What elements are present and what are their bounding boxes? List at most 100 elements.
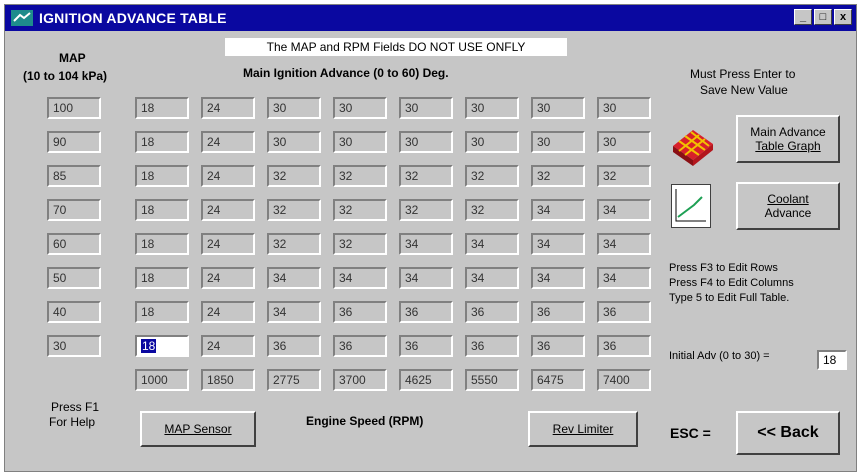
ignition-advance-window: IGNITION ADVANCE TABLE _ □ x The MAP and… <box>4 4 857 472</box>
maximize-button[interactable]: □ <box>814 9 832 25</box>
map-value-cell[interactable]: 40 <box>47 301 101 323</box>
advance-cell[interactable]: 24 <box>201 335 255 357</box>
advance-cell[interactable]: 32 <box>333 165 387 187</box>
advance-cell[interactable]: 18 <box>135 131 189 153</box>
map-sensor-button[interactable]: MAP Sensor <box>140 411 256 447</box>
advance-cell[interactable]: 30 <box>267 97 321 119</box>
advance-cell[interactable]: 30 <box>333 131 387 153</box>
advance-cell[interactable]: 30 <box>597 131 651 153</box>
advance-cell[interactable]: 34 <box>267 267 321 289</box>
advance-cell[interactable]: 18 <box>135 199 189 221</box>
advance-cell[interactable]: 34 <box>465 267 519 289</box>
advance-cell[interactable]: 18 <box>135 165 189 187</box>
advance-cell[interactable]: 34 <box>597 267 651 289</box>
advance-cell[interactable]: 18 <box>135 97 189 119</box>
map-value-cell[interactable]: 60 <box>47 233 101 255</box>
advance-cell[interactable]: 34 <box>399 233 453 255</box>
main-graph-label-line1: Main Advance <box>750 125 826 139</box>
advance-cell[interactable]: 36 <box>333 301 387 323</box>
advance-cell[interactable]: 24 <box>201 199 255 221</box>
main-advance-graph-button[interactable]: Main Advance Table Graph <box>736 115 840 163</box>
rpm-value-cell[interactable]: 6475 <box>531 369 585 391</box>
3d-surface-graph-icon <box>669 116 717 168</box>
advance-cell[interactable]: 24 <box>201 165 255 187</box>
advance-cell[interactable]: 34 <box>267 301 321 323</box>
advance-cell[interactable]: 30 <box>531 131 585 153</box>
advance-cell[interactable]: 32 <box>597 165 651 187</box>
rpm-value-cell[interactable]: 3700 <box>333 369 387 391</box>
advance-cell[interactable]: 18 <box>135 335 189 357</box>
advance-cell[interactable]: 24 <box>201 267 255 289</box>
advance-cell[interactable]: 36 <box>267 335 321 357</box>
advance-cell[interactable]: 34 <box>531 233 585 255</box>
minimize-button[interactable]: _ <box>794 9 812 25</box>
rpm-value-cell[interactable]: 1000 <box>135 369 189 391</box>
rpm-value-cell[interactable]: 4625 <box>399 369 453 391</box>
advance-cell[interactable]: 24 <box>201 233 255 255</box>
map-value-cell[interactable]: 100 <box>47 97 101 119</box>
rpm-value-cell[interactable]: 2775 <box>267 369 321 391</box>
advance-cell[interactable]: 32 <box>531 165 585 187</box>
advance-cell[interactable]: 30 <box>399 131 453 153</box>
advance-cell[interactable]: 32 <box>267 165 321 187</box>
advance-cell[interactable]: 32 <box>465 199 519 221</box>
edit-instructions-line1: Press F3 to Edit Rows <box>669 262 778 274</box>
map-value-cell[interactable]: 90 <box>47 131 101 153</box>
advance-cell[interactable]: 30 <box>465 97 519 119</box>
advance-cell[interactable]: 36 <box>531 335 585 357</box>
advance-cell[interactable]: 36 <box>531 301 585 323</box>
advance-cell[interactable]: 34 <box>597 233 651 255</box>
advance-cell[interactable]: 30 <box>597 97 651 119</box>
advance-cell[interactable]: 24 <box>201 131 255 153</box>
advance-cell[interactable]: 32 <box>399 165 453 187</box>
advance-cell[interactable]: 32 <box>267 233 321 255</box>
advance-cell[interactable]: 36 <box>465 301 519 323</box>
advance-cell[interactable]: 18 <box>135 267 189 289</box>
advance-cell[interactable]: 32 <box>333 233 387 255</box>
engine-speed-label: Engine Speed (RPM) <box>306 414 424 428</box>
back-button[interactable]: << Back <box>736 411 840 455</box>
initial-adv-input[interactable]: 18 <box>817 350 847 370</box>
advance-cell[interactable]: 30 <box>465 131 519 153</box>
advance-cell[interactable]: 36 <box>333 335 387 357</box>
advance-cell[interactable]: 34 <box>531 199 585 221</box>
advance-cell[interactable]: 32 <box>465 165 519 187</box>
app-icon <box>11 10 33 26</box>
map-header-label: MAP <box>59 51 86 65</box>
advance-cell[interactable]: 32 <box>333 199 387 221</box>
advance-cell[interactable]: 30 <box>399 97 453 119</box>
advance-cell[interactable]: 24 <box>201 97 255 119</box>
map-value-cell[interactable]: 30 <box>47 335 101 357</box>
advance-cell[interactable]: 34 <box>597 199 651 221</box>
advance-cell[interactable]: 30 <box>531 97 585 119</box>
advance-cell[interactable]: 32 <box>399 199 453 221</box>
advance-cell[interactable]: 36 <box>399 335 453 357</box>
map-value-cell[interactable]: 70 <box>47 199 101 221</box>
coolant-advance-button[interactable]: Coolant Advance <box>736 182 840 230</box>
edit-instructions-line2: Press F4 to Edit Columns <box>669 277 794 289</box>
esc-label: ESC = <box>670 425 711 441</box>
rpm-value-cell[interactable]: 5550 <box>465 369 519 391</box>
advance-cell[interactable]: 34 <box>333 267 387 289</box>
rpm-value-cell[interactable]: 7400 <box>597 369 651 391</box>
advance-cell[interactable]: 18 <box>135 301 189 323</box>
advance-cell[interactable]: 32 <box>267 199 321 221</box>
advance-cell[interactable]: 36 <box>597 335 651 357</box>
advance-cell[interactable]: 30 <box>333 97 387 119</box>
line-graph-icon <box>671 184 711 228</box>
rpm-value-cell[interactable]: 1850 <box>201 369 255 391</box>
advance-cell[interactable]: 36 <box>399 301 453 323</box>
advance-cell[interactable]: 34 <box>531 267 585 289</box>
enter-note-line2: Save New Value <box>700 83 788 97</box>
advance-cell[interactable]: 36 <box>465 335 519 357</box>
advance-cell[interactable]: 24 <box>201 301 255 323</box>
advance-cell[interactable]: 36 <box>597 301 651 323</box>
close-button[interactable]: x <box>834 9 852 25</box>
advance-cell[interactable]: 18 <box>135 233 189 255</box>
advance-cell[interactable]: 34 <box>465 233 519 255</box>
map-value-cell[interactable]: 85 <box>47 165 101 187</box>
map-value-cell[interactable]: 50 <box>47 267 101 289</box>
advance-cell[interactable]: 34 <box>399 267 453 289</box>
rev-limiter-button[interactable]: Rev Limiter <box>528 411 638 447</box>
advance-cell[interactable]: 30 <box>267 131 321 153</box>
